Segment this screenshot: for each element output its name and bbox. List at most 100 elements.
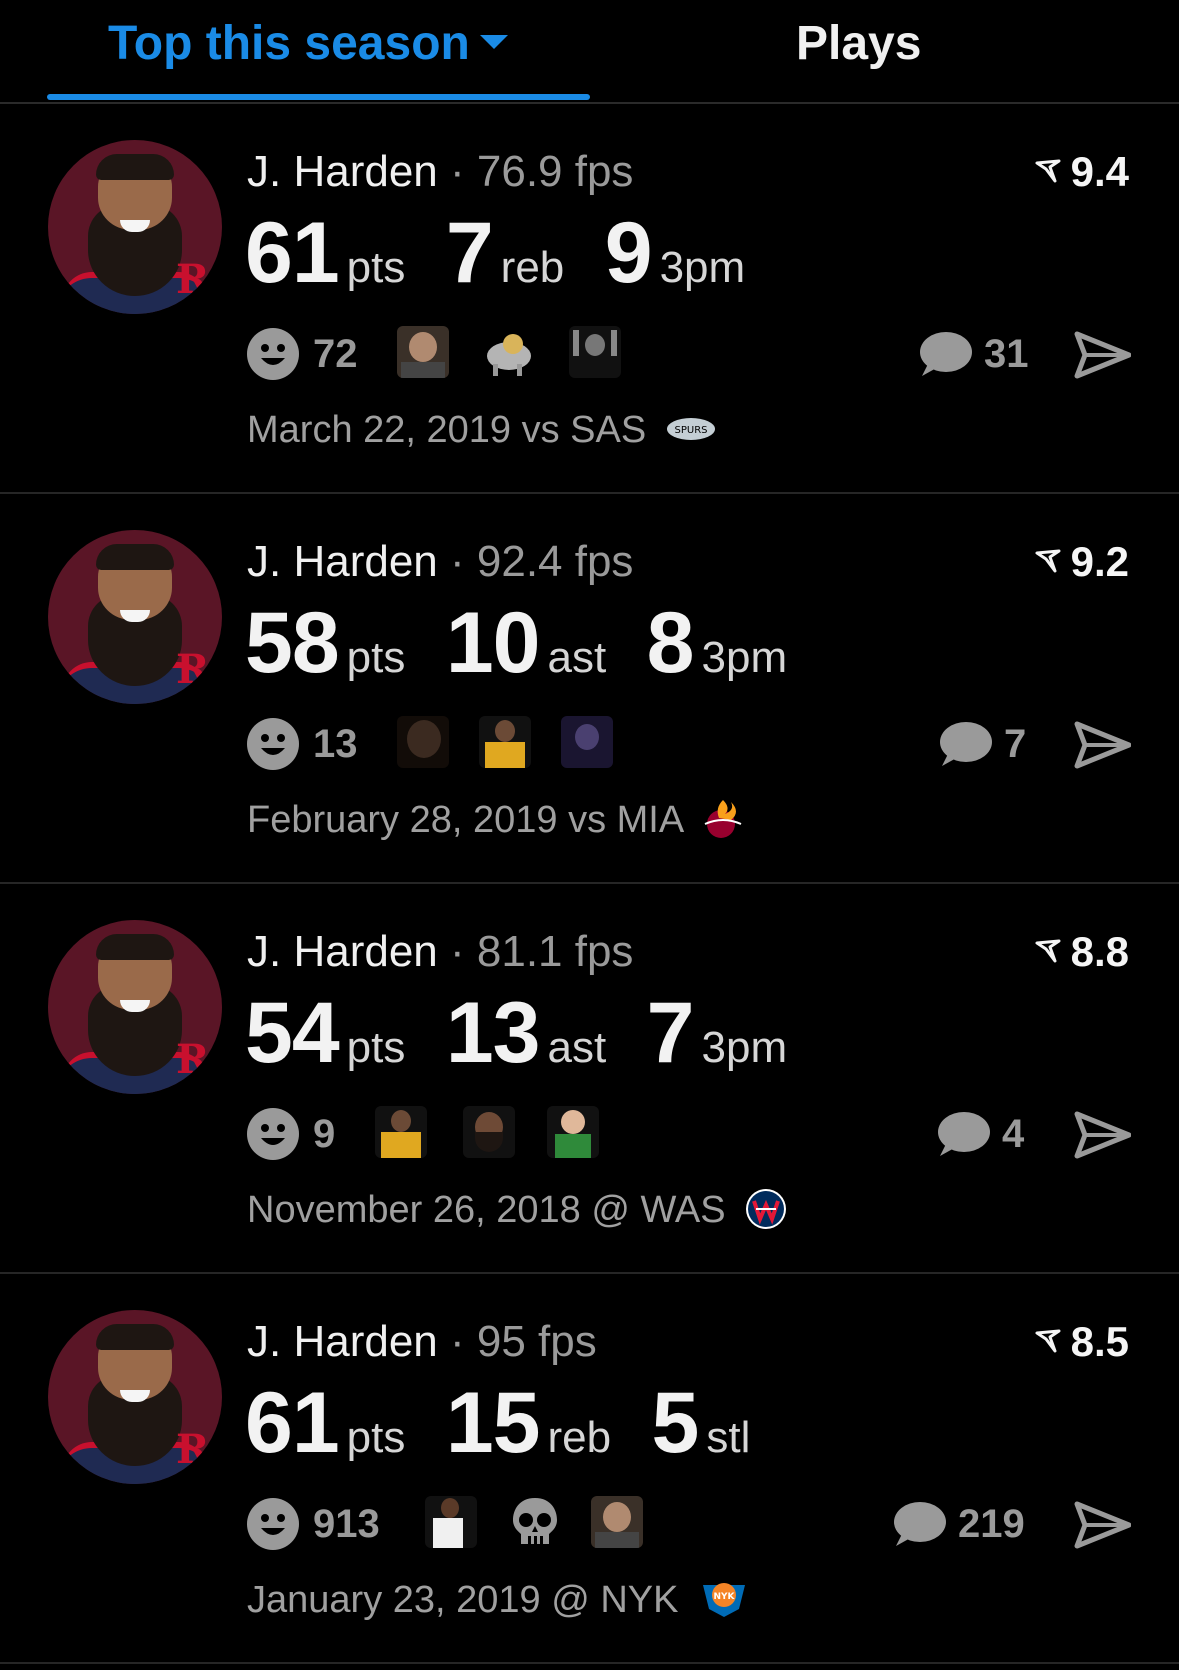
- player-avatar[interactable]: R: [48, 140, 222, 314]
- stat-item: 8 3pm: [647, 598, 787, 713]
- stat-label: pts: [346, 1413, 406, 1462]
- play-card[interactable]: R J. Harden · 95 fps 8.5 61 pts 15 reb 5st…: [0, 1274, 1179, 1664]
- stat-number: 61: [245, 205, 340, 301]
- reaction-thumbnail[interactable]: [425, 1496, 477, 1548]
- stat-label: reb: [500, 243, 565, 292]
- stat-item: 7 3pm: [647, 988, 787, 1103]
- reaction-count: 72: [313, 332, 358, 376]
- player-name: J. Harden: [247, 927, 438, 976]
- fps-value: · 95 fps: [450, 1317, 597, 1366]
- stat-label: 3pm: [701, 633, 788, 682]
- game-date: November 26, 2018 @ WAS: [247, 1186, 788, 1234]
- play-card[interactable]: R J. Harden · 76.9 fps 9.4 61 pts 7 reb 93…: [0, 104, 1179, 494]
- stat-number: 15: [445, 1375, 541, 1471]
- player-name-line: J. Harden · 95 fps: [247, 1316, 597, 1368]
- stat-line: 54 pts 13 ast 7 3pm: [245, 988, 823, 1103]
- comment-button[interactable]: 7: [936, 716, 1036, 772]
- smiley-icon[interactable]: [247, 1108, 299, 1160]
- reaction-thumbnail[interactable]: [397, 716, 449, 768]
- reaction-thumbnail[interactable]: [375, 1106, 427, 1158]
- share-icon[interactable]: [1073, 720, 1131, 770]
- reaction-count: 9: [313, 1112, 336, 1156]
- reaction-thumbnail[interactable]: [561, 716, 613, 768]
- stat-label: pts: [346, 243, 406, 292]
- stat-item: 5 stl: [652, 1378, 751, 1493]
- reaction-row: 9: [247, 1106, 647, 1162]
- tab-plays[interactable]: Plays: [796, 14, 921, 74]
- stat-number: 5: [651, 1375, 700, 1471]
- rating-score: 9.4: [1035, 146, 1129, 198]
- share-icon[interactable]: [1073, 1500, 1131, 1550]
- smiley-icon[interactable]: [247, 1498, 299, 1550]
- stat-item: 61 pts: [245, 208, 405, 323]
- share-icon[interactable]: [1073, 1110, 1131, 1160]
- comment-button[interactable]: 31: [916, 326, 1036, 382]
- reaction-row: 13: [247, 716, 647, 772]
- player-avatar[interactable]: R: [48, 920, 222, 1094]
- rating-score: 8.8: [1035, 926, 1129, 978]
- fps-value: · 81.1 fps: [450, 927, 634, 976]
- svg-text:NYK: NYK: [714, 1592, 736, 1602]
- reaction-row: 72: [247, 326, 647, 382]
- play-card[interactable]: R J. Harden · 81.1 fps 8.8 54 pts 13 ast 7…: [0, 884, 1179, 1274]
- comment-button[interactable]: 219: [890, 1496, 1036, 1552]
- player-name-line: J. Harden · 92.4 fps: [247, 536, 633, 588]
- stat-label: reb: [547, 1413, 612, 1462]
- player-avatar[interactable]: R: [48, 530, 222, 704]
- stat-item: 15 reb: [446, 1378, 611, 1493]
- fps-value: · 92.4 fps: [450, 537, 634, 586]
- comment-icon: [920, 332, 972, 376]
- player-name: J. Harden: [247, 537, 438, 586]
- fps-value: · 76.9 fps: [450, 147, 634, 196]
- play-card[interactable]: R J. Harden · 92.4 fps 9.2 58 pts 10 ast 8…: [0, 494, 1179, 884]
- stat-number: 58: [245, 595, 340, 691]
- reaction-count: 913: [313, 1502, 380, 1546]
- date-text: March 22, 2019 vs SAS: [247, 409, 647, 451]
- game-date: January 23, 2019 @ NYK NYK: [247, 1576, 751, 1624]
- skull-icon[interactable]: [509, 1496, 561, 1548]
- reaction-thumbnail[interactable]: [591, 1496, 643, 1548]
- goat-icon[interactable]: [483, 326, 535, 378]
- rating-icon: [1035, 549, 1061, 573]
- stat-item: 58 pts: [245, 598, 405, 713]
- reaction-thumbnail[interactable]: [569, 326, 621, 378]
- heat-logo-icon: [704, 799, 742, 838]
- smiley-icon[interactable]: [247, 328, 299, 380]
- stat-number: 7: [445, 205, 494, 301]
- tab-top-label: Top this season: [108, 17, 470, 70]
- comment-count: 31: [984, 332, 1029, 376]
- stat-item: 13 ast: [446, 988, 606, 1103]
- tab-top-this-season[interactable]: Top this season: [108, 14, 508, 74]
- stat-label: ast: [547, 633, 607, 682]
- chevron-down-icon: [479, 35, 508, 50]
- rating-value: 8.8: [1070, 928, 1129, 975]
- stat-number: 7: [646, 985, 695, 1081]
- rating-score: 8.5: [1035, 1316, 1129, 1368]
- stat-label: ast: [547, 1023, 607, 1072]
- player-avatar[interactable]: R: [48, 1310, 222, 1484]
- rating-icon: [1035, 1329, 1061, 1353]
- stat-line: 61 pts 7 reb 9 3pm: [245, 208, 781, 323]
- stat-item: 7 reb: [446, 208, 564, 323]
- rating-icon: [1035, 939, 1061, 963]
- reaction-thumbnail[interactable]: [479, 716, 531, 768]
- stat-label: stl: [706, 1413, 751, 1462]
- player-name-line: J. Harden · 76.9 fps: [247, 146, 633, 198]
- rating-value: 9.2: [1070, 538, 1129, 585]
- smiley-icon[interactable]: [247, 718, 299, 770]
- stat-number: 13: [445, 985, 541, 1081]
- stat-label: 3pm: [659, 243, 746, 292]
- comment-button[interactable]: 4: [934, 1106, 1036, 1162]
- reaction-thumbnail[interactable]: [397, 326, 449, 378]
- spurs-logo-icon: SPURS: [666, 417, 715, 440]
- reaction-thumbnail[interactable]: [463, 1106, 515, 1158]
- stat-number: 61: [245, 1375, 340, 1471]
- reaction-thumbnail[interactable]: [547, 1106, 599, 1158]
- stat-label: pts: [346, 633, 406, 682]
- stat-line: 61 pts 15 reb 5 stl: [245, 1378, 786, 1493]
- game-date: March 22, 2019 vs SAS SPURS: [247, 406, 717, 454]
- reaction-count: 13: [313, 722, 358, 766]
- stat-label: pts: [346, 1023, 406, 1072]
- stat-line: 58 pts 10 ast 8 3pm: [245, 598, 823, 713]
- share-icon[interactable]: [1073, 330, 1131, 380]
